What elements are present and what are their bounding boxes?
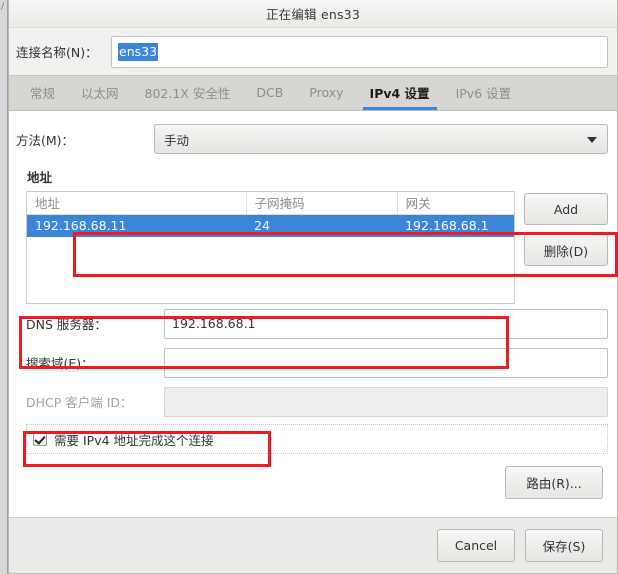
title-bar: 正在编辑 ens33 — [9, 0, 617, 28]
chevron-down-icon — [587, 137, 597, 143]
tab-dcb-label: DCB — [256, 85, 284, 100]
connection-name-row: 连接名称(N)： ens33 — [9, 28, 617, 75]
tab-general[interactable]: 常规 — [17, 75, 68, 110]
cancel-button[interactable]: Cancel — [437, 529, 515, 562]
edit-connection-dialog: 正在编辑 ens33 连接名称(N)： ens33 常规 以太网 802.1X … — [8, 0, 618, 574]
dns-servers-value: 192.168.68.1 — [172, 316, 256, 331]
tab-8021x-security-label: 802.1X 安全性 — [144, 86, 231, 101]
method-label: 方法(M)： — [16, 132, 75, 148]
table-row[interactable]: 192.168.68.11 24 192.168.68.1 — [27, 214, 514, 237]
dhcp-client-id-label: DHCP 客户端 ID： — [26, 395, 133, 410]
table-header-row: 地址 子网掩码 网关 — [27, 192, 514, 215]
tab-ipv6-settings[interactable]: IPv6 设置 — [443, 75, 525, 110]
method-value: 手动 — [164, 132, 190, 148]
ipv4-settings-panel: 方法(M)： 手动 地址 地址 子网掩码 网关 192.168.68.11 24… — [9, 111, 618, 517]
addresses-table: 地址 子网掩码 网关 192.168.68.11 24 192.168.68.1 — [27, 192, 514, 237]
dns-servers-input[interactable]: 192.168.68.1 — [164, 308, 608, 339]
cell-address[interactable]: 192.168.68.11 — [27, 214, 247, 237]
delete-address-button[interactable]: 删除(D) — [524, 234, 608, 266]
column-header-gateway[interactable]: 网关 — [397, 192, 514, 215]
cell-netmask[interactable]: 24 — [246, 214, 398, 237]
dhcp-client-id-row: DHCP 客户端 ID： — [9, 382, 617, 421]
tab-ethernet-label: 以太网 — [81, 86, 119, 101]
column-header-address[interactable]: 地址 — [27, 192, 247, 215]
tab-ipv4-settings[interactable]: IPv4 设置 — [357, 75, 443, 110]
routes-button[interactable]: 路由(R)... — [505, 466, 603, 499]
column-header-netmask[interactable]: 子网掩码 — [246, 192, 398, 215]
cell-gateway[interactable]: 192.168.68.1 — [397, 214, 514, 237]
addresses-section-title: 地址 — [27, 170, 53, 185]
method-dropdown[interactable]: 手动 — [154, 124, 608, 154]
connection-name-label: 连接名称(N)： — [16, 45, 98, 60]
tab-ethernet[interactable]: 以太网 — [68, 75, 132, 110]
dialog-footer: Cancel 保存(S) — [9, 517, 617, 573]
addresses-table-wrap[interactable]: 地址 子网掩码 网关 192.168.68.11 24 192.168.68.1 — [26, 191, 515, 304]
require-ipv4-label: 需要 IPv4 地址完成这个连接 — [54, 432, 214, 448]
connection-name-value: ens33 — [118, 42, 159, 61]
window-title: 正在编辑 ens33 — [265, 7, 360, 22]
require-ipv4-checkbox[interactable] — [33, 432, 47, 446]
require-ipv4-row[interactable]: 需要 IPv4 地址完成这个连接 — [26, 424, 608, 454]
tab-8021x-security[interactable]: 802.1X 安全性 — [132, 75, 244, 110]
tab-proxy-label: Proxy — [309, 85, 344, 100]
dns-servers-label: DNS 服务器： — [26, 317, 107, 332]
search-domains-label: 搜索域(E)： — [26, 356, 94, 371]
backdrop-tick: / — [1, 2, 5, 12]
connection-name-input[interactable]: ens33 — [111, 35, 608, 68]
method-row: 方法(M)： 手动 — [9, 119, 617, 159]
tab-dcb[interactable]: DCB — [243, 75, 296, 110]
tab-general-label: 常规 — [30, 86, 56, 101]
addresses-area: 地址 子网掩码 网关 192.168.68.11 24 192.168.68.1 — [9, 191, 617, 304]
dns-servers-row: DNS 服务器： 192.168.68.1 — [9, 304, 617, 343]
desktop-backdrop-gutter: / — [0, 0, 8, 574]
tab-strip: 常规 以太网 802.1X 安全性 DCB Proxy IPv4 设置 IPv6… — [9, 75, 617, 111]
add-address-button[interactable]: Add — [524, 193, 608, 225]
tab-ipv4-settings-label: IPv4 设置 — [369, 86, 430, 101]
search-domains-row: 搜索域(E)： — [9, 343, 617, 382]
save-button[interactable]: 保存(S) — [525, 529, 603, 562]
tab-proxy[interactable]: Proxy — [296, 75, 356, 110]
routes-row: 路由(R)... — [9, 454, 617, 499]
tab-ipv6-settings-label: IPv6 设置 — [455, 86, 512, 101]
search-domains-input[interactable] — [164, 347, 608, 378]
dhcp-client-id-input — [164, 386, 608, 417]
address-action-buttons: Add 删除(D) — [524, 191, 608, 304]
